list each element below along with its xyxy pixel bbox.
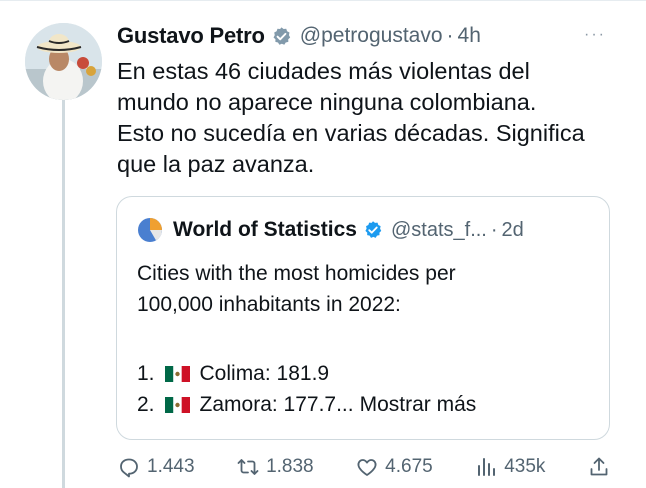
avatar-image <box>25 23 102 100</box>
share-button[interactable] <box>587 455 617 479</box>
retweet-icon <box>237 459 259 475</box>
quoted-tweet-header: World of Statistics @stats_f... · 2d <box>137 217 524 243</box>
author-name[interactable]: Gustavo Petro <box>117 23 265 49</box>
views-chart-icon <box>478 458 496 476</box>
quoted-tweet-text: Cities with the most homicides per 100,0… <box>137 262 456 316</box>
mexico-flag-icon <box>164 396 190 413</box>
list-city-value: Zamora: 177.7... <box>199 393 354 416</box>
quoted-author-handle[interactable]: @stats_f... <box>391 219 487 242</box>
avatar[interactable] <box>25 23 102 100</box>
mexico-flag-icon <box>164 365 190 382</box>
list-item: 2. Zamora: 177.7... Mostrar más <box>137 389 476 420</box>
like-count: 4.675 <box>385 456 433 477</box>
separator-dot: · <box>490 218 498 241</box>
share-icon <box>590 457 608 476</box>
quoted-author-name[interactable]: World of Statistics <box>173 218 357 242</box>
top-divider <box>0 0 646 1</box>
verified-badge-icon <box>273 26 290 45</box>
tweet-header: Gustavo Petro @petrogustavo · 4h <box>117 20 481 52</box>
views-button[interactable]: 435k <box>474 455 545 479</box>
heart-icon <box>357 459 377 476</box>
reply-button[interactable]: 1.443 <box>117 455 195 479</box>
more-options-icon[interactable]: ··· <box>584 26 606 44</box>
retweet-count: 1.838 <box>266 456 314 477</box>
retweet-button[interactable]: 1.838 <box>236 455 314 479</box>
author-handle[interactable]: @petrogustavo <box>300 24 443 48</box>
list-item: 1. Colima: 181.9 <box>137 358 476 389</box>
list-city-value: Colima: 181.9 <box>199 362 330 385</box>
city-list: 1. Colima: 181.9 2. Zamora: 177.7... Mos… <box>137 358 476 420</box>
pie-chart-icon <box>138 218 162 242</box>
tweet-time[interactable]: 4h <box>458 24 481 48</box>
list-number: 1. <box>137 362 155 385</box>
separator-dot: · <box>446 24 454 47</box>
tweet-text: En estas 46 ciudades más violentas del m… <box>117 58 585 177</box>
views-count: 435k <box>504 456 546 477</box>
show-more-link[interactable]: Mostrar más <box>360 389 477 420</box>
list-number: 2. <box>137 393 155 416</box>
thread-line <box>62 100 65 488</box>
quoted-tweet-time[interactable]: 2d <box>502 219 524 242</box>
verified-badge-icon <box>365 221 382 238</box>
quoted-tweet-card[interactable]: World of Statistics @stats_f... · 2d Cit… <box>116 196 610 440</box>
action-bar: 1.443 1.838 4.675 435k <box>117 452 617 482</box>
reply-icon <box>120 458 138 478</box>
reply-count: 1.443 <box>147 456 195 477</box>
like-button[interactable]: 4.675 <box>355 455 433 479</box>
